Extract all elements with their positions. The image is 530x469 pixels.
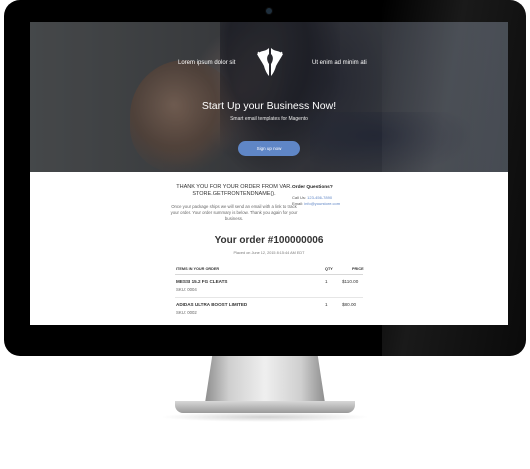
hero-title: Start Up your Business Now! [201, 100, 337, 112]
table-header-divider [175, 274, 363, 275]
items-column-header: ITEMS IN YOUR ORDER [176, 267, 220, 271]
item-sku: SKU: 0002 [176, 310, 197, 315]
email-line: Email: info@yourstore.com [292, 201, 340, 206]
qty-column-header: QTY [325, 267, 333, 271]
email-link[interactable]: info@yourstore.com [304, 201, 340, 206]
monitor-bezel: Lorem ipsum dolor sit Ut enim ad minim a… [4, 0, 526, 356]
sign-up-button[interactable]: Sign up now [238, 141, 300, 156]
order-title: Your order #100000006 [214, 235, 324, 246]
hero-subtitle: Smart email templates for Magento [230, 116, 308, 122]
row-divider [175, 297, 363, 298]
call-us-line: Call Us: 123-456-7890 [292, 195, 332, 200]
monitor-screen: Lorem ipsum dolor sit Ut enim ad minim a… [30, 22, 508, 325]
email-label: Email: [292, 201, 304, 206]
item-qty: 1 [325, 302, 328, 307]
item-price: $110.00 [342, 279, 359, 284]
item-sku: SKU: 0004 [176, 287, 197, 292]
camera-icon [266, 8, 272, 14]
order-questions-title: Order Questions? [292, 185, 333, 190]
hero-banner: Lorem ipsum dolor sit Ut enim ad minim a… [30, 22, 508, 172]
item-name: MESSI 15.2 FG CLEATS [176, 279, 228, 284]
order-placed-date: Placed on June 12, 2015 8:15:44 AM EDT [233, 251, 305, 255]
monitor-stand-base [175, 401, 355, 413]
nav-link-left[interactable]: Lorem ipsum dolor sit [178, 60, 235, 66]
monitor-stand-neck [205, 356, 325, 403]
thank-you-heading: THANK YOU FOR YOUR ORDER FROM VAR. STORE… [176, 184, 292, 197]
item-name: ADIDAS ULTRA BOOST LIMITED [176, 302, 248, 307]
phone-link[interactable]: 123-456-7890 [307, 195, 332, 200]
call-us-label: Call Us: [292, 195, 307, 200]
item-price: $80.00 [342, 302, 357, 307]
nav-link-right[interactable]: Ut enim ad minim ati [312, 60, 367, 66]
thank-you-body: Once your package ships we will send an … [170, 204, 298, 222]
hands-logo-icon[interactable] [252, 44, 288, 80]
item-qty: 1 [325, 279, 328, 284]
price-column-header: PRICE [352, 267, 364, 271]
